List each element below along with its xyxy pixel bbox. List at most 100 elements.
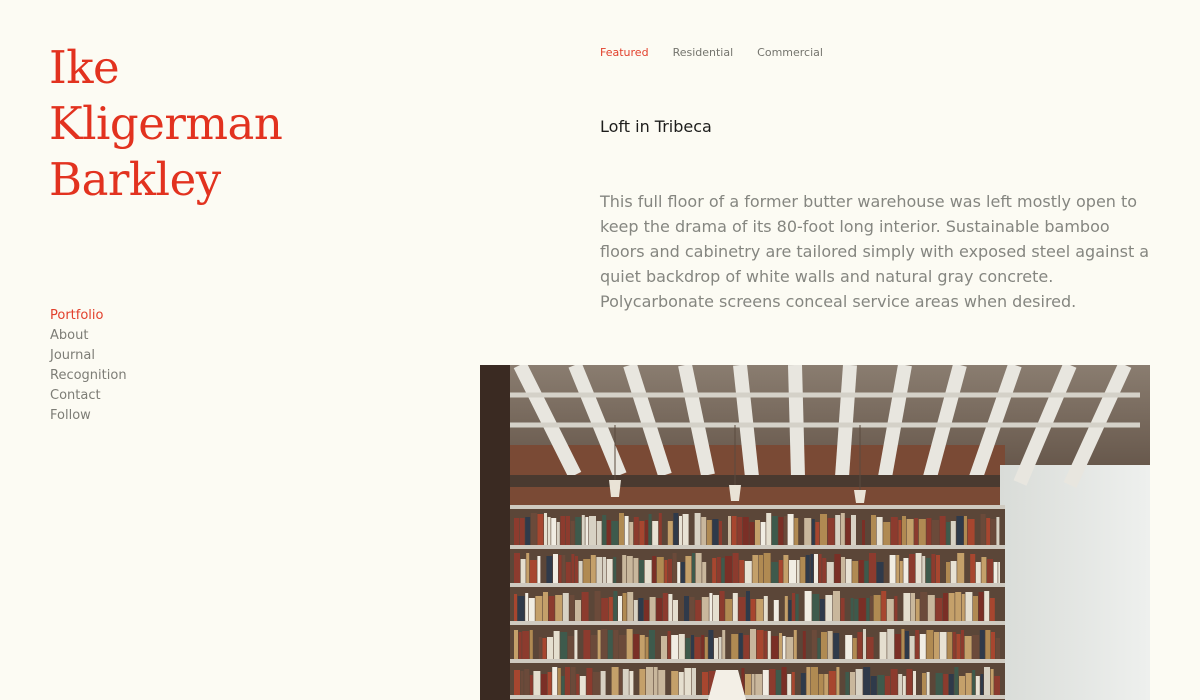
book-spine (858, 560, 864, 583)
book-spine (578, 561, 583, 583)
book-spine (706, 520, 712, 545)
book-spine (579, 676, 586, 695)
book-spine (876, 517, 883, 545)
book-spine (638, 598, 644, 621)
book-spine (619, 669, 623, 695)
book-spine (975, 676, 980, 695)
book-spine (566, 516, 570, 545)
book-spine (629, 522, 634, 545)
book-spine (732, 553, 739, 583)
book-spine (530, 513, 537, 545)
book-spine (915, 599, 920, 621)
book-spine (667, 631, 671, 659)
book-spine (606, 520, 611, 545)
book-spine (613, 557, 617, 583)
book-spine (987, 559, 993, 583)
book-spine (771, 636, 779, 659)
book-spine (946, 522, 951, 545)
nav-item-portfolio[interactable]: Portfolio (50, 306, 127, 326)
book-spine (602, 515, 607, 545)
book-spine (570, 521, 575, 545)
book-spine (644, 560, 652, 583)
nav-item-journal[interactable]: Journal (50, 346, 127, 366)
book-spine (879, 632, 887, 659)
book-spine (547, 637, 553, 659)
book-spine (788, 600, 792, 621)
book-spine (889, 555, 896, 583)
nav-item-contact[interactable]: Contact (50, 386, 127, 406)
book-spine (671, 635, 679, 659)
book-spine (702, 562, 707, 583)
book-spine (645, 520, 648, 545)
book-spine (560, 632, 568, 659)
book-spine (896, 555, 900, 583)
book-spine (793, 630, 797, 659)
project-title: Loft in Tribeca (600, 117, 712, 136)
book-spine (939, 632, 947, 659)
project-photo[interactable] (480, 365, 1150, 700)
book-spine (901, 629, 905, 659)
book-spine (520, 671, 524, 695)
book-spine (762, 670, 769, 695)
book-spine (591, 635, 597, 659)
book-spine (701, 517, 707, 545)
category-featured[interactable]: Featured (600, 45, 649, 61)
book-spine (995, 638, 1000, 659)
book-spine (854, 599, 859, 621)
book-spine (926, 630, 934, 659)
nav-item-follow[interactable]: Follow (50, 406, 127, 426)
book-spine (685, 556, 692, 583)
book-spine (514, 594, 517, 621)
brand-logo[interactable]: Ike Kligerman Barkley (49, 40, 283, 208)
book-spine (979, 630, 985, 659)
book-spine (978, 592, 984, 621)
book-spine (673, 513, 679, 545)
book-spine (618, 596, 622, 621)
book-spine (919, 634, 926, 659)
book-spine (533, 671, 541, 695)
book-spine (667, 521, 673, 545)
book-spine (603, 557, 606, 583)
book-spine (789, 560, 796, 583)
book-spine (544, 513, 547, 545)
book-spine (876, 562, 884, 583)
book-spine (742, 517, 749, 545)
book-spine (712, 558, 717, 583)
book-spine (743, 635, 750, 659)
book-spine (783, 555, 789, 583)
book-spine (553, 631, 560, 659)
book-spine (890, 517, 898, 545)
book-spine (695, 553, 702, 583)
book-spine (766, 513, 772, 545)
book-spine (658, 670, 666, 695)
book-spine (821, 632, 827, 659)
book-spine (800, 673, 806, 695)
book-spine (903, 593, 911, 621)
book-spine (993, 562, 998, 583)
book-spine (911, 593, 915, 621)
book-spine (562, 593, 569, 621)
nav-item-about[interactable]: About (50, 326, 127, 346)
book-spine (678, 634, 685, 659)
category-commercial[interactable]: Commercial (757, 45, 823, 61)
nav-item-recognition[interactable]: Recognition (50, 366, 127, 386)
book-spine (964, 636, 972, 659)
book-spine (975, 562, 981, 583)
book-spine (576, 674, 580, 695)
book-spine (547, 672, 552, 695)
book-spine (738, 597, 746, 621)
book-spine (525, 593, 529, 621)
book-spine (682, 514, 689, 545)
book-spine (548, 596, 555, 621)
category-residential[interactable]: Residential (673, 45, 734, 61)
book-spine (746, 591, 750, 621)
book-spine (959, 676, 965, 695)
book-spine (525, 517, 531, 545)
book-spine (601, 629, 608, 659)
book-spine (989, 598, 995, 621)
book-spine (652, 556, 657, 583)
book-spine (936, 555, 940, 583)
book-spine (834, 554, 841, 583)
book-spine (771, 562, 779, 583)
book-spine (586, 668, 593, 695)
